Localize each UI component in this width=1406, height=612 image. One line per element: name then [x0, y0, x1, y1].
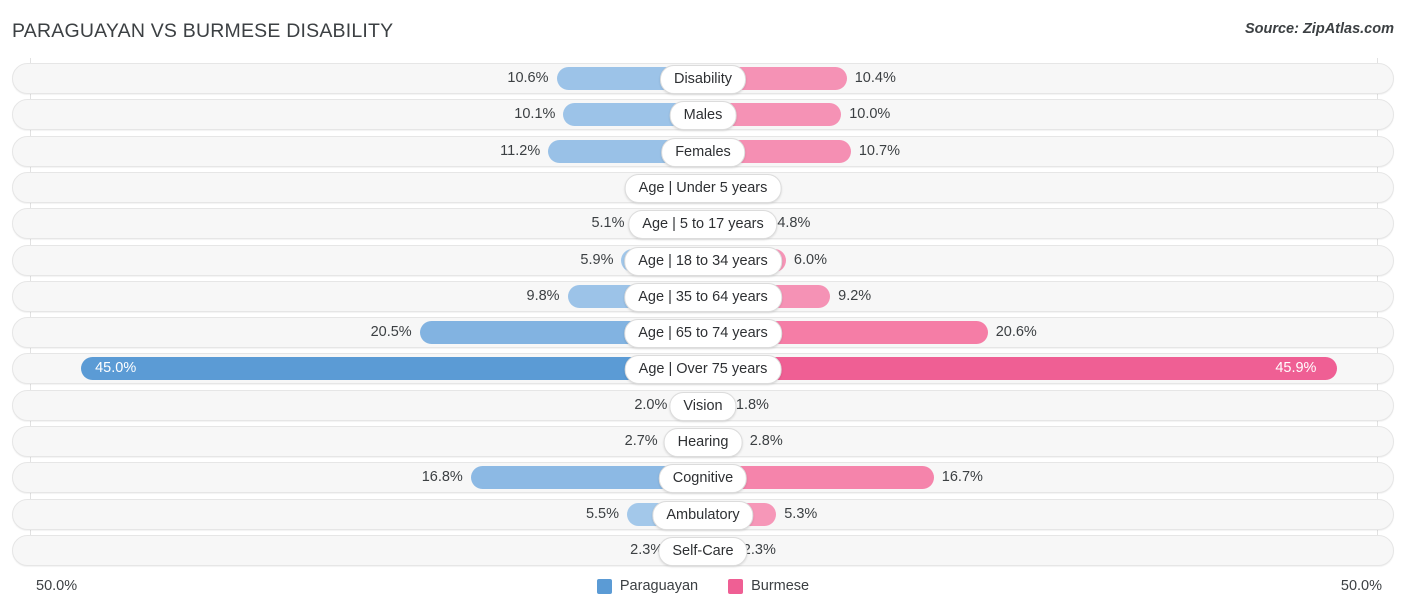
value-label-paraguayan: 2.0% — [634, 396, 667, 415]
table-row: 45.0% 45.9% Age | Over 75 years — [12, 353, 1394, 384]
row-category-label: Age | Under 5 years — [625, 174, 782, 203]
page-title: PARAGUAYAN VS BURMESE DISABILITY — [12, 20, 393, 43]
chart-footer: 50.0% 50.0% ParaguayanBurmese — [0, 572, 1406, 612]
row-category-label: Vision — [669, 392, 736, 421]
value-label-paraguayan: 9.8% — [527, 287, 560, 306]
table-row: 16.8% 16.7% Cognitive — [12, 462, 1394, 493]
value-label-burmese: 10.4% — [855, 69, 896, 88]
row-category-label: Age | 18 to 34 years — [624, 247, 782, 276]
table-row: 5.5% 5.3% Ambulatory — [12, 499, 1394, 530]
table-row: 5.9% 6.0% Age | 18 to 34 years — [12, 245, 1394, 276]
bar-paraguayan — [81, 357, 703, 380]
value-label-paraguayan: 2.7% — [625, 432, 658, 451]
table-row: 2.0%1.1%Age | Under 5 years — [12, 172, 1394, 203]
legend-swatch-icon — [597, 579, 612, 594]
bar-burmese — [703, 357, 1337, 380]
row-category-label: Ambulatory — [652, 501, 753, 530]
value-label-burmese: 6.0% — [794, 251, 827, 270]
chart-plot-area: 10.6% 10.4% Disability 10.1% 10.0% Males 11.2%… — [0, 58, 1406, 566]
value-label-burmese: 2.8% — [750, 432, 783, 451]
table-row: 9.8% 9.2% Age | 35 to 64 years — [12, 281, 1394, 312]
row-category-label: Males — [670, 101, 737, 130]
legend-label: Burmese — [751, 578, 809, 594]
row-category-label: Hearing — [664, 428, 743, 457]
table-row: 2.3%2.3%Self-Care — [12, 535, 1394, 566]
value-label-burmese: 20.6% — [996, 323, 1037, 342]
value-label-burmese: 16.7% — [942, 468, 983, 487]
value-label-paraguayan: 5.9% — [580, 251, 613, 270]
legend-item[interactable]: Burmese — [728, 578, 809, 594]
legend-swatch-icon — [728, 579, 743, 594]
value-label-paraguayan: 5.5% — [586, 505, 619, 524]
table-row: 2.7% 2.8% Hearing — [12, 426, 1394, 457]
value-label-burmese: 45.9% — [1275, 359, 1316, 378]
value-label-burmese: 1.8% — [736, 396, 769, 415]
value-label-paraguayan: 16.8% — [422, 468, 463, 487]
table-row: 5.1% 4.8%Age | 5 to 17 years — [12, 208, 1394, 239]
value-label-burmese: 9.2% — [838, 287, 871, 306]
value-label-paraguayan: 11.2% — [500, 142, 540, 161]
table-row: 20.5% 20.6% Age | 65 to 74 years — [12, 317, 1394, 348]
row-category-label: Age | Over 75 years — [625, 355, 782, 384]
value-label-burmese: 5.3% — [784, 505, 817, 524]
value-label-paraguayan: 10.6% — [507, 69, 548, 88]
source-attribution: Source: ZipAtlas.com — [1245, 21, 1394, 37]
row-category-label: Disability — [660, 65, 746, 94]
row-category-label: Self-Care — [658, 537, 747, 566]
value-label-paraguayan: 20.5% — [371, 323, 412, 342]
value-label-paraguayan: 5.1% — [591, 214, 624, 233]
chart-rows: 10.6% 10.4% Disability 10.1% 10.0% Males 11.2%… — [0, 58, 1406, 566]
row-category-label: Age | 5 to 17 years — [628, 210, 777, 239]
table-row: 10.1% 10.0% Males — [12, 99, 1394, 130]
table-row: 11.2% 10.7% Females — [12, 136, 1394, 167]
table-row: 10.6% 10.4% Disability — [12, 63, 1394, 94]
row-category-label: Cognitive — [659, 464, 747, 493]
value-label-burmese: 10.0% — [849, 105, 890, 124]
table-row: 2.0% 1.8%Vision — [12, 390, 1394, 421]
legend-label: Paraguayan — [620, 578, 698, 594]
value-label-paraguayan: 10.1% — [514, 105, 555, 124]
value-label-burmese: 10.7% — [859, 142, 900, 161]
value-label-burmese: 2.3% — [743, 541, 776, 560]
value-label-paraguayan: 45.0% — [95, 359, 136, 378]
row-category-label: Females — [661, 138, 745, 167]
value-label-burmese: 4.8% — [777, 214, 810, 233]
chart-header: PARAGUAYAN VS BURMESE DISABILITY Source:… — [0, 0, 1406, 58]
row-category-label: Age | 65 to 74 years — [624, 319, 782, 348]
legend-item[interactable]: Paraguayan — [597, 578, 698, 594]
chart-legend: Paraguayan Burmese — [0, 578, 1406, 594]
row-category-label: Age | 35 to 64 years — [624, 283, 782, 312]
